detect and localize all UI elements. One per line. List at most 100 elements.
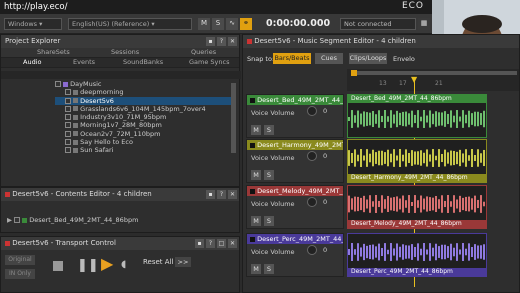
voice-volume-value[interactable]: 0 (323, 107, 327, 115)
music-icon (73, 98, 79, 104)
music-icon (73, 114, 79, 120)
voice-volume-value[interactable]: 0 (323, 198, 327, 206)
volume-knob[interactable] (307, 151, 317, 161)
tree-item[interactable]: Grasslands6v6_104M_145bpm_7over4 (55, 105, 231, 113)
ruler-mark: 13 (379, 80, 387, 87)
tree-item[interactable]: Ocean2v7_72M_110bpm (55, 130, 231, 138)
pin-icon[interactable]: ▪ (206, 37, 215, 46)
solo-all-button[interactable]: S (212, 18, 224, 30)
track-name[interactable]: Desert_Melody_49M_2MT_44_86bpm (247, 186, 343, 196)
more-button[interactable]: >> (175, 257, 191, 267)
voice-volume-value[interactable]: 0 (323, 246, 327, 254)
tab-sharesets[interactable]: ShareSets (37, 48, 70, 56)
help-icon[interactable]: ? (217, 190, 226, 199)
waveform (348, 243, 485, 261)
speaker-icon[interactable]: ◖ (121, 259, 126, 270)
checkbox[interactable] (14, 217, 21, 223)
track-name[interactable]: Desert_Bed_49M_2MT_44_86bpm (247, 95, 343, 105)
tree-scrollbar[interactable] (231, 83, 236, 153)
tab-row-2: Audio Events SoundBanks Game Syncs (1, 58, 239, 68)
original-button[interactable]: Original (5, 255, 35, 265)
tree-item[interactable]: Say Hello to Eco (55, 138, 231, 146)
tab-soundbanks[interactable]: SoundBanks (123, 58, 163, 66)
volume-knob[interactable] (307, 245, 317, 255)
play-button[interactable]: ▶ (101, 256, 113, 272)
track-name[interactable]: Desert_Perc_49M_2MT_44_86bpm (247, 234, 343, 244)
tab-sessions[interactable]: Sessions (111, 48, 139, 56)
track-mute-button[interactable]: M (251, 125, 261, 135)
track-header: Desert_Harmony_49M_2MT_44_86bpm Voice Vo… (246, 139, 344, 183)
tree-item-selected[interactable]: Desert5v6 (55, 96, 231, 105)
music-segment-editor-panel: Desert5v6 - Music Segment Editor - 4 chi… (242, 34, 520, 293)
track-mute-button[interactable]: M (251, 264, 261, 274)
music-icon (73, 122, 79, 128)
ruler-bar (357, 71, 517, 75)
timeline-ruler[interactable]: 13 17 21 ▼ (347, 69, 519, 91)
segment-icon (5, 240, 10, 246)
voice-volume-value[interactable]: 0 (323, 152, 327, 160)
track-solo-button[interactable]: S (264, 264, 274, 274)
track-icon (250, 142, 255, 148)
snap-clips-loops[interactable]: Clips/Loops (349, 53, 387, 64)
help-icon[interactable]: ? (206, 239, 215, 248)
contents-editor-panel: Desert5v6 - Contents Editor - 4 children… (0, 187, 240, 233)
help-icon[interactable]: ? (217, 37, 226, 46)
track-clip[interactable]: Desert_Bed_49M_2MT_44_86bpm (347, 94, 487, 138)
project-explorer-panel: Project Explorer ▪ ? ✕ ShareSets Session… (0, 34, 241, 187)
reset-all-button[interactable]: Reset All ▾ (143, 258, 179, 266)
track-icon (250, 97, 255, 103)
snap-bars-beats[interactable]: Bars/Beats (273, 53, 311, 64)
snap-cues[interactable]: Cues (315, 53, 343, 64)
pin-icon[interactable]: ▪ (195, 239, 204, 248)
tab-game-syncs[interactable]: Game Syncs (189, 58, 229, 66)
snap-envelopes[interactable]: Envelo (393, 55, 415, 63)
link-icon[interactable]: ⚭ (240, 18, 252, 30)
waveform (348, 110, 485, 128)
track-name[interactable]: Desert_Harmony_49M_2MT_44_86bpm (247, 140, 343, 150)
waveform (348, 195, 485, 213)
window-icon[interactable]: □ (217, 239, 226, 248)
language-select[interactable]: English(US) (Reference) ▾ (68, 18, 192, 30)
pause-button[interactable]: ❚❚ (77, 259, 99, 272)
in-only-button[interactable]: IN Only (5, 269, 35, 279)
track-solo-button[interactable]: S (264, 125, 274, 135)
tree-item[interactable]: Sun Safari (55, 146, 231, 154)
track-clip[interactable]: Desert_Melody_49M_2MT_44_86bpm (347, 185, 487, 229)
wave-icon[interactable]: ∿ (226, 18, 238, 30)
track-clip[interactable]: Desert_Harmony_49M_2MT_44_86bpm (347, 139, 487, 183)
stop-button[interactable] (53, 261, 63, 271)
contents-row-name: Desert_Bed_49M_2MT_44_86bpm (29, 216, 139, 224)
track-icon (250, 236, 255, 242)
tab-events[interactable]: Events (73, 58, 95, 66)
voice-volume-label: Voice Volume (251, 200, 295, 208)
volume-knob[interactable] (307, 197, 317, 207)
mute-all-button[interactable]: M (198, 18, 210, 30)
track-mute-button[interactable]: M (251, 216, 261, 226)
tree-item[interactable]: deepmorning (55, 88, 231, 96)
close-icon[interactable]: ✕ (228, 239, 237, 248)
play-icon[interactable]: ▶ (7, 216, 12, 224)
track-solo-button[interactable]: S (264, 216, 274, 226)
connection-status[interactable]: Not connected (340, 18, 416, 30)
url-text: http://play.eco/ (4, 2, 68, 12)
tree-scroll-row (1, 71, 241, 79)
track-clip[interactable]: Desert_Perc_49M_2MT_44_86bpm (347, 233, 487, 277)
platform-select[interactable]: Windows ▾ (4, 18, 62, 30)
tab-queries[interactable]: Queries (191, 48, 216, 56)
tree-item-daymusic[interactable]: DayMusic (55, 80, 231, 88)
contents-row[interactable]: ▶ Desert_Bed_49M_2MT_44_86bpm (7, 216, 138, 224)
close-icon[interactable]: ✕ (228, 190, 237, 199)
voice-volume-label: Voice Volume (251, 154, 295, 162)
track-mute-button[interactable]: M (251, 170, 261, 180)
tree-item[interactable]: Morning1v7_28M_80bpm (55, 121, 231, 129)
pin-icon[interactable]: ▪ (206, 190, 215, 199)
tab-audio[interactable]: Audio (23, 58, 41, 66)
close-icon[interactable]: ✕ (228, 37, 237, 46)
grid-icon[interactable]: ▦ (418, 18, 430, 30)
tree-item[interactable]: Industry3v10_71M_95bpm (55, 113, 231, 121)
tab-row-1: ShareSets Sessions Queries (1, 48, 239, 58)
snap-label: Snap to: (247, 55, 275, 63)
track-solo-button[interactable]: S (264, 170, 274, 180)
volume-knob[interactable] (307, 106, 317, 116)
expand-icon[interactable] (55, 81, 61, 87)
